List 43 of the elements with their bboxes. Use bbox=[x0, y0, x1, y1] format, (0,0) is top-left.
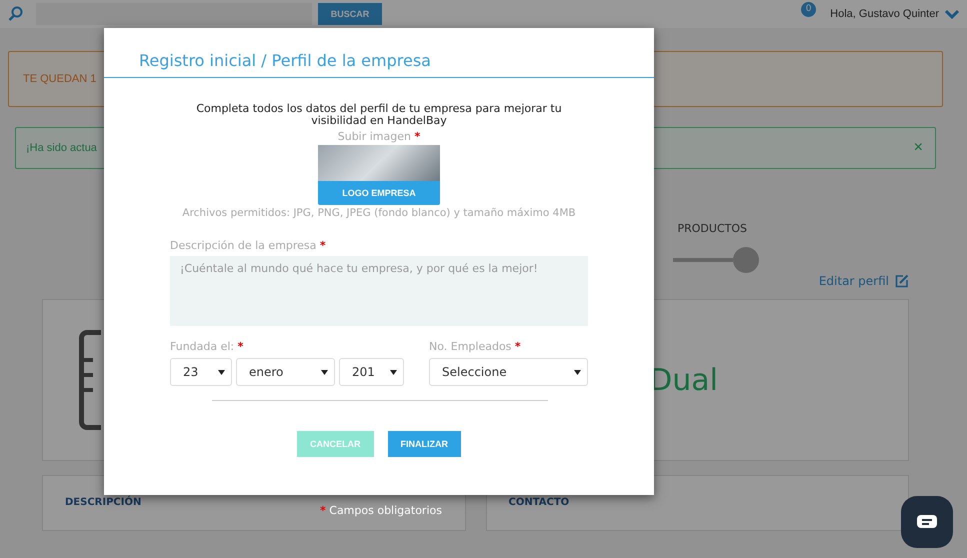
date-dropdown[interactable]: enero bbox=[236, 358, 335, 386]
upload-logo-button[interactable]: LOGO EMPRESA bbox=[318, 181, 440, 205]
search-button[interactable]: BUSCAR bbox=[318, 3, 382, 25]
required-mark: * bbox=[514, 340, 521, 353]
field-label: No. Empleados bbox=[429, 340, 512, 353]
required-note: Campos obligatorios bbox=[329, 504, 442, 517]
intro-text: Completa todos los datos del perfil de tu empresa para mejorar tu visibilidad en HandelBay bbox=[195, 103, 563, 127]
date-dropdown[interactable]: 201 bbox=[339, 358, 404, 386]
caret-icon bbox=[321, 370, 328, 374]
edit-profile-link[interactable]: Editar perfil bbox=[818, 274, 889, 288]
search-icon[interactable] bbox=[8, 6, 24, 22]
chat-icon[interactable] bbox=[916, 514, 938, 530]
field-label: Fundada el: bbox=[170, 340, 234, 353]
required-mark: * bbox=[238, 340, 244, 353]
cancel-button[interactable]: CANCELAR bbox=[297, 431, 374, 457]
required-mark: * bbox=[320, 504, 326, 517]
date-dropdown[interactable]: 23 bbox=[170, 358, 232, 386]
file-hint: Archivos permitidos: JPG, PNG, JPEG (fondo blanco) y tamaño máximo 4MB bbox=[181, 207, 577, 219]
required-mark: * bbox=[320, 239, 326, 252]
close-button[interactable]: × bbox=[914, 139, 923, 157]
chat-button[interactable] bbox=[901, 496, 953, 548]
document-icon bbox=[79, 330, 101, 430]
notification-badge[interactable]: 0 bbox=[801, 2, 816, 16]
user-greeting[interactable]: Hola, Gustavo Quinter bbox=[830, 8, 939, 20]
chevron-down-icon[interactable] bbox=[945, 9, 959, 19]
field-label: Descripción de la empresa bbox=[170, 239, 316, 252]
dialog-title: Registro inicial / Perfil de la empresa bbox=[104, 28, 654, 78]
caret-icon bbox=[390, 370, 397, 374]
step-label: PRODUCTOS bbox=[678, 222, 747, 235]
step-track bbox=[673, 258, 733, 262]
alert-text: TE QUEDAN 1 bbox=[23, 73, 96, 85]
edit-icon[interactable] bbox=[895, 274, 909, 288]
caret-icon bbox=[218, 370, 225, 374]
finish-button[interactable]: FINALIZAR bbox=[388, 431, 461, 457]
step-dot[interactable] bbox=[733, 247, 759, 273]
alert-text: ¡Ha sido actua bbox=[26, 142, 97, 154]
employees-dropdown[interactable]: Seleccione bbox=[429, 358, 588, 386]
description-field[interactable]: ¡Cuéntale al mundo qué hace tu empresa, y por qué es la mejor! bbox=[170, 256, 588, 326]
section-title: CONTACTO bbox=[508, 497, 570, 508]
field-label: Subir imagen bbox=[338, 130, 411, 143]
caret-icon bbox=[574, 370, 581, 374]
required-mark: * bbox=[414, 130, 420, 143]
section-title: DESCRIPCIÓN bbox=[65, 497, 142, 508]
